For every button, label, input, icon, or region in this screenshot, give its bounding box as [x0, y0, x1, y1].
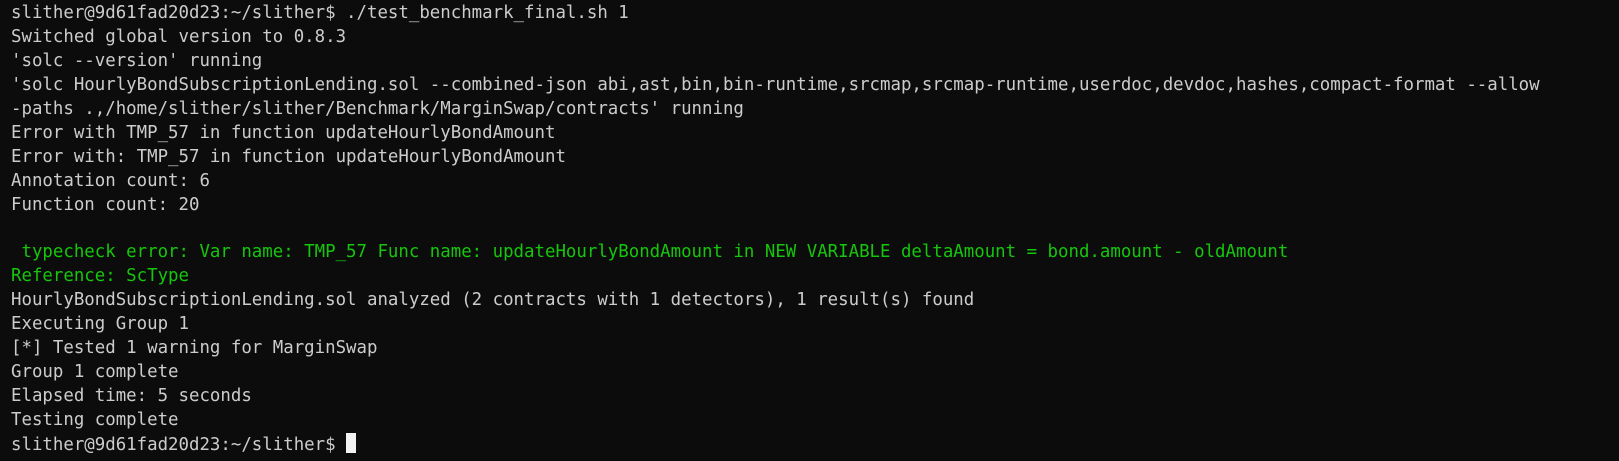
terminal-line: Annotation count: 6 [11, 170, 210, 191]
typecheck-error-line: typecheck error: Var name: TMP_57 Func n… [11, 242, 1289, 263]
terminal-line: slither@9d61fad20d23:~/slither$ ./test_b… [11, 3, 629, 23]
terminal-line: Testing complete [11, 409, 179, 430]
terminal-line: Function count: 20 [11, 194, 200, 215]
terminal-line: 'solc HourlyBondSubscriptionLending.sol … [11, 74, 1540, 95]
terminal-line: Error with TMP_57 in function updateHour… [11, 122, 556, 143]
reference-line: Reference: ScType [11, 266, 189, 287]
prompt-line[interactable]: slither@9d61fad20d23:~/slither$ [11, 432, 1619, 457]
terminal-window[interactable]: slither@9d61fad20d23:~/slither$ ./test_b… [0, 0, 1619, 461]
shell-prompt: slither@9d61fad20d23:~/slither$ [11, 434, 347, 455]
terminal-line: -paths .,/home/slither/slither/Benchmark… [11, 98, 744, 119]
terminal-line: HourlyBondSubscriptionLending.sol analyz… [11, 290, 975, 311]
terminal-line: Executing Group 1 [11, 314, 189, 335]
text-cursor[interactable] [346, 432, 357, 453]
terminal-line: Error with: TMP_57 in function updateHou… [11, 146, 566, 167]
terminal-line: Elapsed time: 5 seconds [11, 386, 252, 406]
terminal-line: [*] Tested 1 warning for MarginSwap [11, 338, 378, 359]
terminal-line: Group 1 complete [11, 362, 179, 383]
terminal-line: Switched global version to 0.8.3 [11, 26, 347, 47]
terminal-line: 'solc --version' running [11, 50, 263, 71]
